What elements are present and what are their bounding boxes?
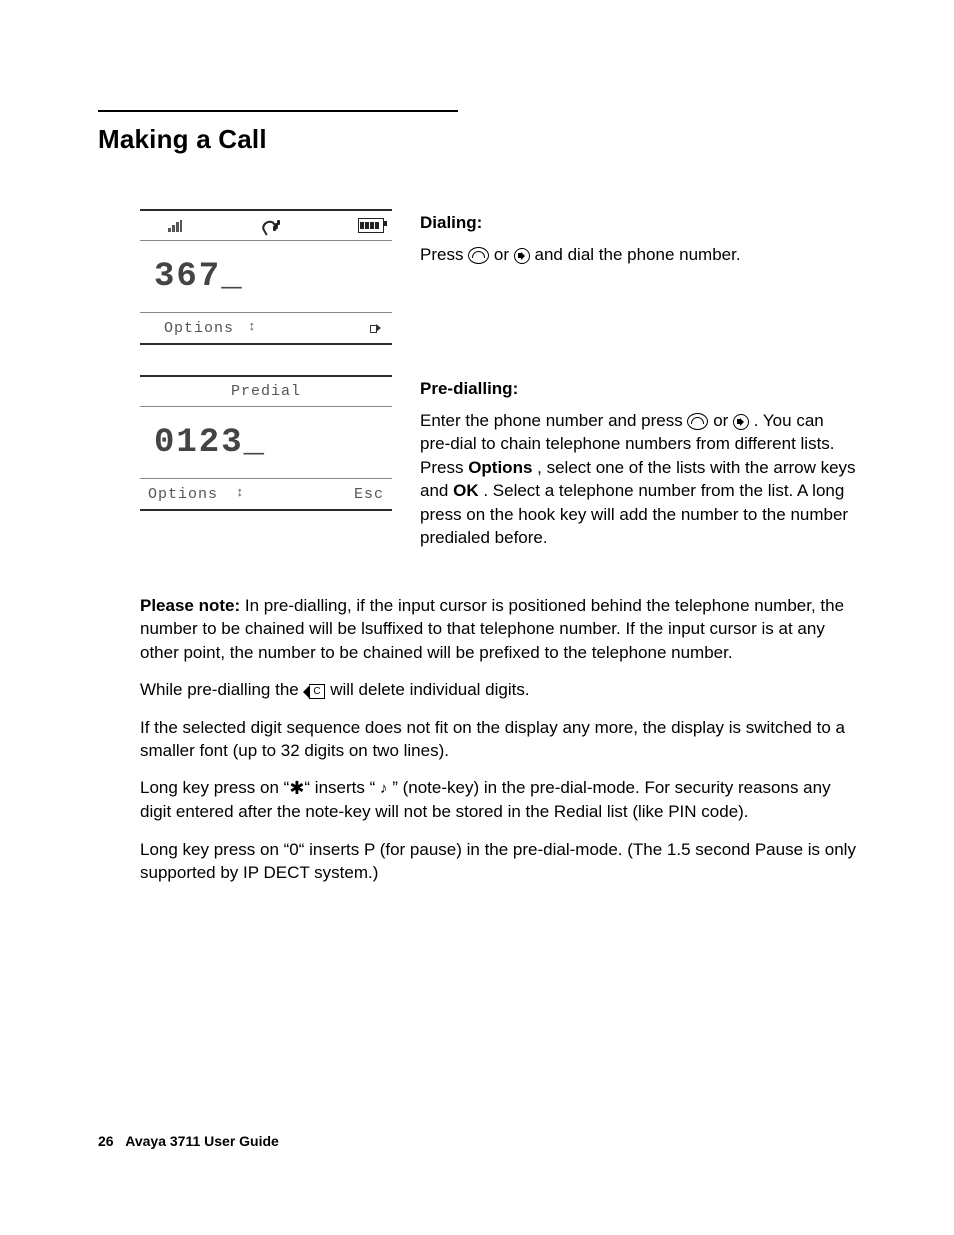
- text: Press: [420, 245, 468, 264]
- text: In pre-dialling, if the input cursor is …: [140, 596, 844, 662]
- battery-icon: [358, 218, 384, 233]
- section-rule: [98, 110, 458, 112]
- notes-block: Please note: In pre-dialling, if the inp…: [140, 594, 858, 885]
- softkey-left: Options: [148, 486, 218, 503]
- digit-display: 367_: [140, 241, 392, 313]
- ok-word: OK: [453, 481, 479, 500]
- text: will delete individual digits.: [330, 680, 529, 699]
- options-word: Options: [468, 458, 532, 477]
- hook-key-icon: [468, 247, 489, 264]
- speaker-key-icon: [733, 414, 749, 430]
- text: or: [494, 245, 514, 264]
- text: or: [713, 411, 733, 430]
- text: and dial the phone number.: [535, 245, 741, 264]
- doc-title: Avaya 3711 User Guide: [125, 1133, 279, 1149]
- softkey-bar: Options ↕: [140, 313, 392, 343]
- dialed-digits: 0123_: [148, 424, 266, 462]
- signal-icon: [168, 220, 182, 232]
- star-key-icon: ✱: [289, 778, 304, 798]
- please-note-label: Please note:: [140, 596, 240, 615]
- note-p2: While pre-dialling the will delete indiv…: [140, 678, 858, 701]
- hook-key-icon: [687, 413, 708, 430]
- text: Enter the phone number and press: [420, 411, 687, 430]
- digit-display: 0123_: [140, 407, 392, 479]
- phone-screen-dialing: 367_ Options ↕: [140, 209, 392, 345]
- status-bar: [140, 211, 392, 241]
- text: Long key press on “: [140, 778, 289, 797]
- dialing-row: 367_ Options ↕ Dialing: Press or and dia…: [98, 209, 858, 345]
- dialed-digits: 367_: [148, 258, 244, 296]
- arrow-updown-icon: ↕: [236, 488, 246, 500]
- softkey-bar: Options ↕ Esc: [140, 479, 392, 509]
- note-p1: Please note: In pre-dialling, if the inp…: [140, 594, 858, 664]
- softkey-left: Options: [164, 320, 234, 337]
- speaker-icon: [370, 322, 384, 334]
- note-p4: Long key press on “✱“ inserts “ ♪ ” (not…: [140, 776, 858, 823]
- dialing-text: Press or and dial the phone number.: [420, 243, 858, 266]
- dialing-heading: Dialing:: [420, 213, 858, 233]
- title-bar: Predial: [140, 377, 392, 407]
- page-number: 26: [98, 1133, 114, 1149]
- phone-screen-predial: Predial 0123_ Options ↕ Esc: [140, 375, 392, 511]
- screen-title: Predial: [148, 383, 384, 400]
- clear-key-icon: [303, 685, 325, 699]
- text: “ inserts “: [304, 778, 380, 797]
- arrow-updown-icon: ↕: [248, 322, 258, 334]
- speaker-key-icon: [514, 248, 530, 264]
- note-p5: Long key press on “0“ inserts P (for pau…: [140, 838, 858, 885]
- predialling-heading: Pre-dialling:: [420, 379, 858, 399]
- predialling-text: Enter the phone number and press or . Yo…: [420, 409, 858, 550]
- predialling-row: Predial 0123_ Options ↕ Esc Pre-dialling…: [98, 375, 858, 564]
- call-active-icon: [262, 219, 278, 233]
- section-title: Making a Call: [98, 124, 858, 155]
- text: . Select a telephone number from the lis…: [420, 481, 848, 547]
- page-footer: 26 Avaya 3711 User Guide: [98, 1133, 279, 1149]
- note-p3: If the selected digit sequence does not …: [140, 716, 858, 763]
- softkey-right: Esc: [354, 486, 384, 503]
- text: While pre-dialling the: [140, 680, 303, 699]
